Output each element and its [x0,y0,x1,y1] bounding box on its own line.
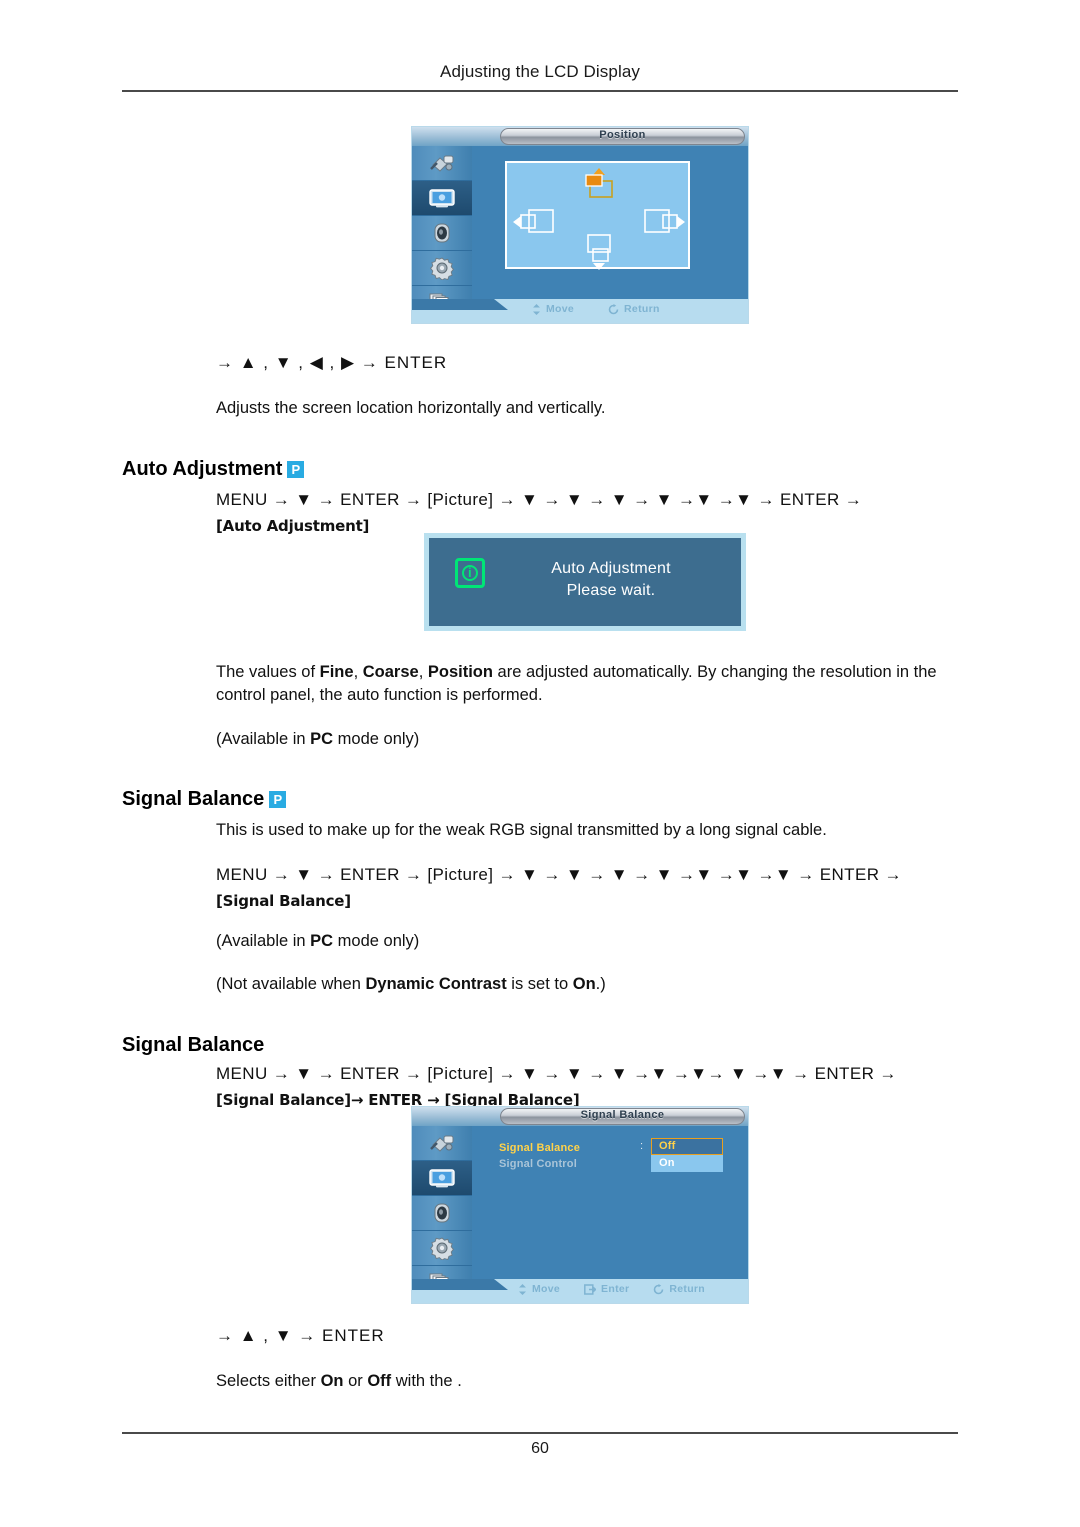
input-plug-icon [430,155,454,172]
signal-balance-osd-body: Signal Balance Signal Control : Off On [472,1126,748,1279]
row-signal-control[interactable]: Signal Control [499,1156,580,1172]
move-right-icon [644,209,685,233]
setup-gear-icon [430,257,454,280]
hint-move-label-2: Move [532,1283,561,1295]
signal-balance-pc-description: This is used to make up for the weak RGB… [216,821,827,839]
rail-item-sound-2[interactable] [412,1196,472,1231]
hint-return-label-2: Return [669,1283,706,1295]
heading-signal-balance-pc: Signal Balance P [122,787,287,811]
hint-return-label: Return [624,303,660,315]
position-description: Adjusts the screen location horizontally… [216,399,606,417]
rail-item-setup-2[interactable] [412,1231,472,1266]
manual-page: Adjusting the LCD Display Position Move … [0,0,1080,1527]
position-nav-line: → ▲ , ▼ , ◀ , ▶ → ENTER [216,353,448,372]
signal-balance-osd-screenshot: Signal Balance Signal Balance Signal Con… [411,1106,749,1304]
signal-balance-pc-menu-path-line2: [Signal Balance] [216,892,351,910]
move-down-icon [587,234,611,270]
pc-only-badge-2: P [269,790,287,808]
return-icon [608,303,619,315]
signal-balance-dynamic-contrast-note: (Not available when Dynamic Contrast is … [216,975,606,993]
rail-item-picture[interactable] [412,181,472,216]
header-divider [122,90,958,92]
hint-return-2: Return [653,1283,705,1295]
signal-balance-nav-line: → ▲ , ▼ → ENTER [216,1326,385,1345]
row-colon: : [640,1140,644,1152]
heading-signal-balance-text: Signal Balance [122,1033,265,1056]
rail-item-input[interactable] [412,146,472,181]
signal-balance-pc-menu-path-line1: MENU → ▼ → ENTER → [Picture] → ▼ → ▼ → ▼… [216,865,902,884]
auto-adjustment-dialog-text: Auto Adjustment Please wait. [511,558,711,602]
heading-auto-adjustment: Auto Adjustment P [122,457,305,481]
hint-move-label: Move [546,303,575,315]
signal-balance-rows: Signal Balance Signal Control : Off On [499,1138,723,1172]
hint-enter-label: Enter [601,1283,630,1295]
sound-speaker-icon [434,223,450,243]
option-on[interactable]: On [651,1155,723,1172]
position-osd-body [472,146,748,299]
osd-icon-rail [412,146,472,323]
picture-icon [429,1169,455,1188]
auto-adjustment-dialog: i Auto Adjustment Please wait. [424,533,746,631]
row-signal-balance[interactable]: Signal Balance [499,1140,580,1156]
position-preview-panel [505,161,690,270]
auto-adjustment-menu-path: MENU → ▼ → ENTER → [Picture] → ▼ → ▼ → ▼… [216,487,862,539]
info-icon-glyph: i [468,565,472,580]
option-off[interactable]: Off [651,1138,723,1155]
hint-bar-notch [412,299,508,310]
signal-balance-pc-note: (Available in PC mode only) [216,932,420,950]
auto-adjustment-paragraph: The values of Fine, Coarse, Position are… [216,663,937,704]
return-icon [653,1283,664,1295]
signal-balance-hint-row: Move Enter Return [508,1283,742,1295]
auto-adjustment-pc-note: (Available in PC mode only) [216,730,420,748]
osd-title-position: Position [599,129,646,141]
heading-auto-adjustment-text: Auto Adjustment [122,457,283,480]
move-icon [518,1283,527,1295]
heading-signal-balance-pc-text: Signal Balance [122,787,265,810]
signal-balance-description: Selects either On or Off with the . [216,1372,462,1390]
signal-balance-osd-hint-bar: Move Enter Return [412,1279,748,1303]
move-icon [532,303,541,315]
page-number: 60 [531,1440,549,1457]
auto-adjustment-dialog-inner: i Auto Adjustment Please wait. [429,538,741,626]
position-osd-hint-bar: Move Return [412,299,748,323]
page-header-title: Adjusting the LCD Display [440,62,640,81]
enter-icon [584,1283,597,1295]
osd-icon-rail-2 [412,1126,472,1303]
position-hint-row: Move Return [508,303,742,315]
hint-move: Move [532,303,574,315]
auto-adjustment-menu-path-line1: MENU → ▼ → ENTER → [Picture] → ▼ → ▼ → ▼… [216,490,863,509]
signal-balance-pc-menu-path: MENU → ▼ → ENTER → [Picture] → ▼ → ▼ → ▼… [216,862,902,914]
move-up-icon [585,168,613,198]
hint-enter: Enter [584,1283,629,1295]
picture-icon [429,189,455,208]
hint-bar-notch-2 [412,1279,508,1290]
hint-move-2: Move [518,1283,560,1295]
pc-only-badge: P [287,460,305,478]
move-left-icon [513,209,554,233]
input-plug-icon [430,1135,454,1152]
signal-balance-options: Off On [651,1138,723,1172]
rail-item-picture-2[interactable] [412,1161,472,1196]
hint-return: Return [608,303,660,315]
rail-item-input-2[interactable] [412,1126,472,1161]
rail-item-sound[interactable] [412,216,472,251]
osd-title-signal-balance: Signal Balance [580,1109,665,1121]
info-icon: i [455,558,485,588]
sound-speaker-icon [434,1203,450,1223]
heading-signal-balance: Signal Balance [122,1034,264,1057]
footer-divider [122,1432,958,1434]
setup-gear-icon [430,1237,454,1260]
signal-balance-menu-path-line1: MENU → ▼ → ENTER → [Picture] → ▼ → ▼ → ▼… [216,1064,897,1083]
rail-item-setup[interactable] [412,251,472,286]
position-osd-screenshot: Position Move Return [411,126,749,324]
auto-adjustment-dialog-subtitle: Please wait. [566,582,656,599]
auto-adjustment-dialog-title: Auto Adjustment [551,560,671,577]
